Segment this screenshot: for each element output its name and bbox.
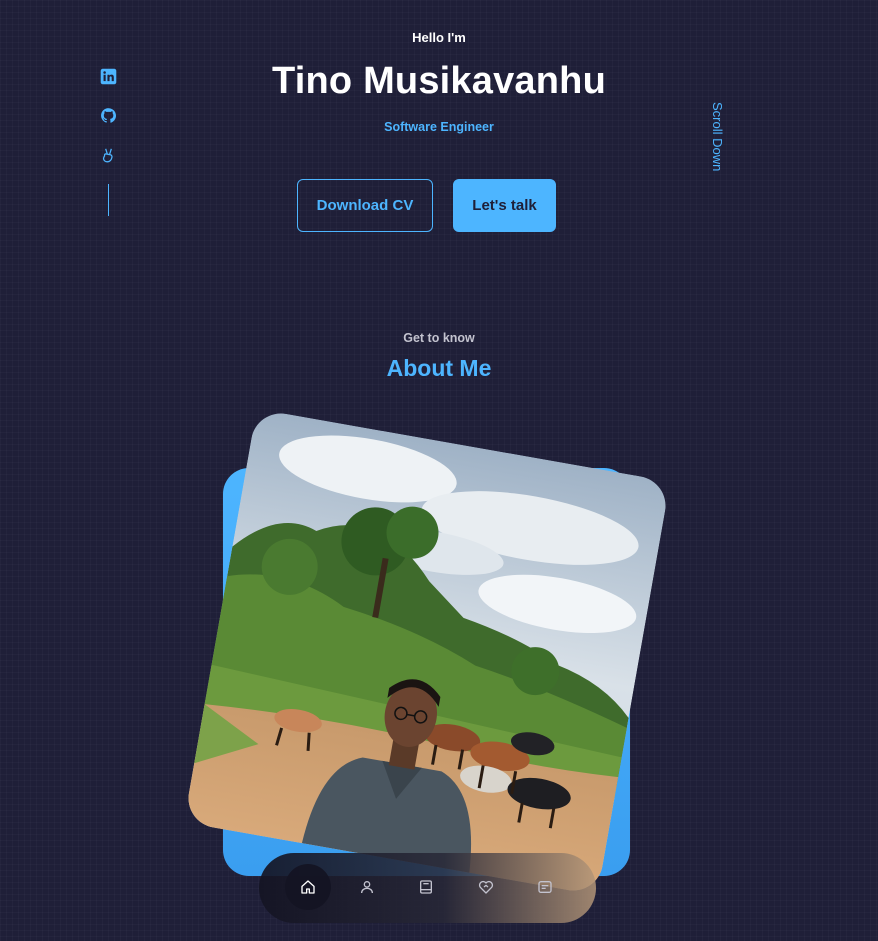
profile-photo-image bbox=[183, 408, 671, 896]
angellist-link[interactable] bbox=[98, 145, 118, 165]
role-text: Software Engineer bbox=[384, 120, 494, 134]
download-cv-button[interactable]: Download CV bbox=[297, 179, 433, 232]
greeting-text: Hello I'm bbox=[412, 30, 466, 45]
scroll-down-label: Scroll Down bbox=[710, 102, 725, 172]
message-icon bbox=[538, 881, 552, 893]
about-subtitle: Get to know bbox=[403, 331, 475, 345]
home-icon bbox=[301, 880, 315, 894]
linkedin-link[interactable] bbox=[98, 66, 118, 86]
nav-about[interactable] bbox=[344, 864, 390, 910]
about-title: About Me bbox=[386, 355, 492, 381]
bottom-nav bbox=[259, 853, 596, 923]
nav-services[interactable] bbox=[463, 864, 509, 910]
github-icon bbox=[100, 107, 116, 123]
scroll-down-link[interactable]: Scroll Down bbox=[706, 102, 726, 178]
social-divider bbox=[108, 184, 109, 216]
lets-talk-button[interactable]: Let's talk bbox=[453, 179, 556, 232]
github-link[interactable] bbox=[98, 105, 118, 125]
profile-photo bbox=[183, 408, 671, 896]
book-icon bbox=[420, 880, 432, 894]
linkedin-icon bbox=[100, 68, 116, 84]
nav-experience[interactable] bbox=[403, 864, 449, 910]
heart-handshake-icon bbox=[478, 880, 494, 894]
nav-contact[interactable] bbox=[522, 864, 568, 910]
user-icon bbox=[361, 881, 373, 894]
header: Hello I'm Tino Musikavanhu Software Engi… bbox=[0, 0, 878, 300]
page-title: Tino Musikavanhu bbox=[272, 60, 606, 102]
angellist-icon bbox=[102, 148, 113, 162]
nav-home[interactable] bbox=[285, 864, 331, 910]
